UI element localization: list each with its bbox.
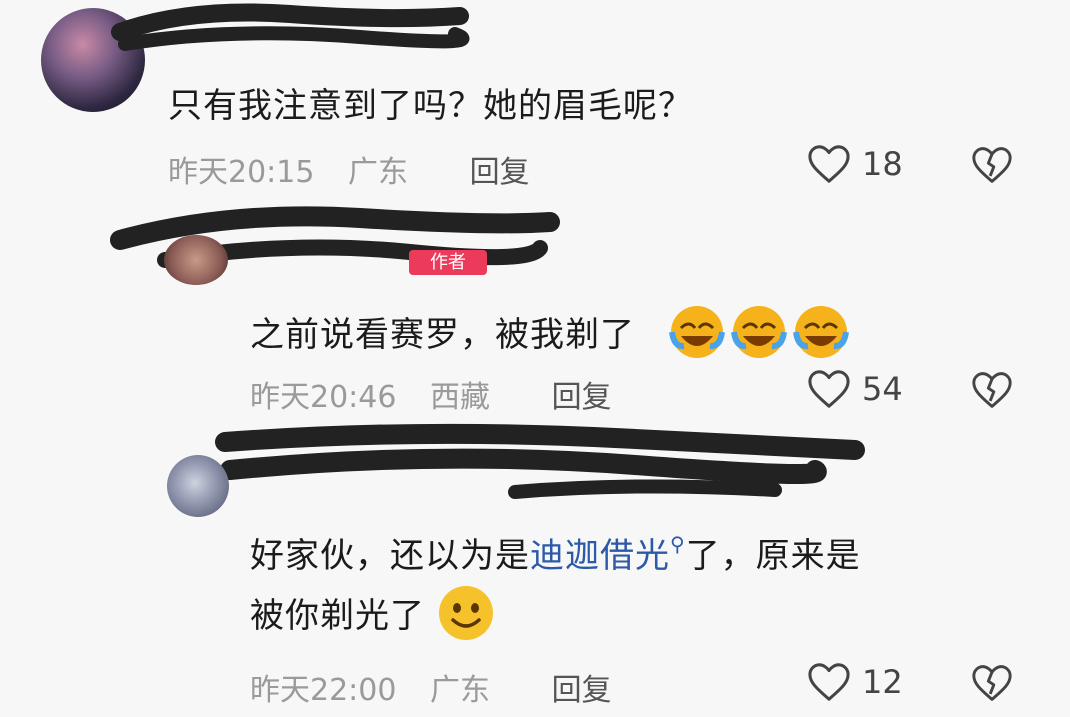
location: 西藏 [430,380,491,415]
comment-meta: 昨天22:00 广东 回复 [250,665,636,709]
username-redacted [215,420,865,505]
broken-heart-icon [972,147,1012,183]
dislike-button[interactable] [970,370,1014,414]
laughing-crying-emoji [668,302,849,371]
search-link[interactable]: 迪迦借光 [530,536,670,576]
dislike-button[interactable] [970,145,1014,189]
like-count: 54 [862,370,903,408]
dislike-button[interactable] [970,663,1014,707]
reply-button[interactable]: 回复 [552,673,612,708]
location: 广东 [430,673,491,708]
comment-text-content: 好家伙，还以为是 [250,536,530,576]
comment-text: 好家伙，还以为是迪迦借光⚲了，原来是 [250,528,861,577]
heart-outline-icon [808,370,850,408]
like-count: 12 [862,663,903,701]
avatar[interactable] [164,235,228,285]
timestamp: 昨天22:00 [250,673,397,708]
heart-outline-icon [808,145,850,183]
timestamp: 昨天20:15 [168,155,315,190]
reply-button[interactable]: 回复 [552,380,612,415]
smiling-emoji [437,584,495,651]
avatar[interactable] [167,455,229,517]
like-count: 18 [862,145,903,183]
search-icon[interactable]: ⚲ [670,532,686,556]
comment-text: 之前说看赛罗，被我剃了 [250,302,849,371]
location: 广东 [348,155,409,190]
like-button[interactable]: 18 [806,143,903,185]
comment-text: 只有我注意到了吗？她的眉毛呢？ [168,86,693,126]
comment-meta: 昨天20:46 西藏 回复 [250,372,636,416]
like-button[interactable]: 12 [806,661,903,703]
comment-meta: 昨天20:15 广东 回复 [168,147,554,191]
username-redacted [110,2,470,57]
heart-outline-icon [808,663,850,701]
author-badge: 作者 [409,250,487,275]
comment-text-content: 之前说看赛罗，被我剃了 [250,315,635,355]
comment-text-content: 被你剃光了 [250,596,425,636]
comment-text-content: 了，原来是 [685,536,861,576]
broken-heart-icon [972,372,1012,408]
reply-button[interactable]: 回复 [470,155,530,190]
like-button[interactable]: 54 [806,368,903,410]
comment-text-line2: 被你剃光了 [250,584,495,651]
broken-heart-icon [972,665,1012,701]
timestamp: 昨天20:46 [250,380,397,415]
